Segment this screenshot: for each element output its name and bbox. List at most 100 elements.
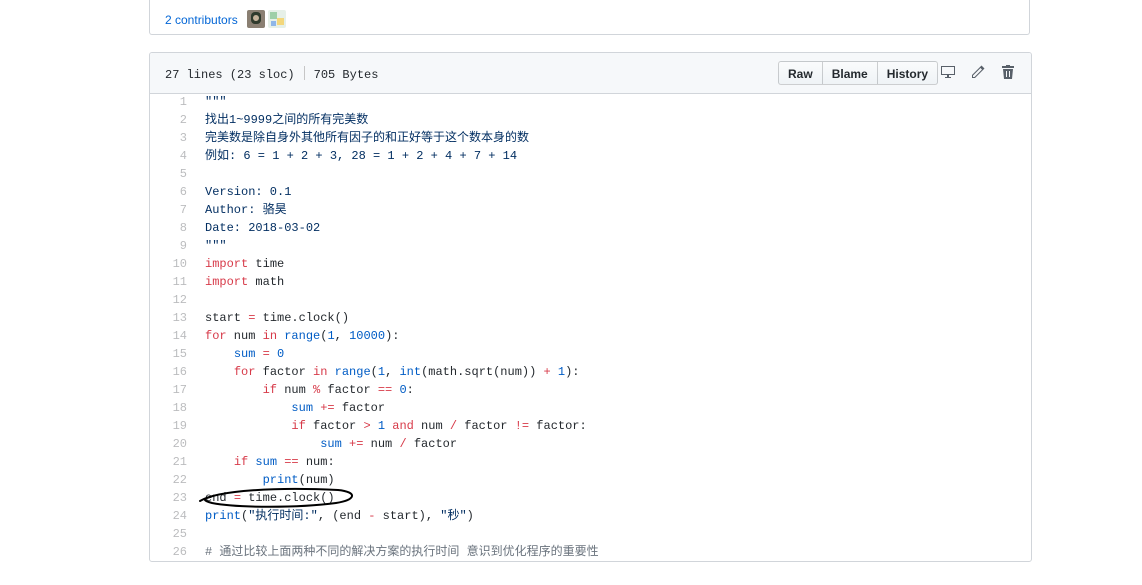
file-size: 705 Bytes [313, 68, 379, 82]
code-token: 0 [399, 383, 407, 397]
code-token: int [399, 365, 422, 379]
line-number[interactable]: 7 [150, 201, 187, 219]
code-token: in [313, 365, 328, 379]
code-token: num [277, 383, 314, 397]
code-token: factor [305, 419, 364, 433]
code-text: if factor > 1 and num / factor != factor… [205, 417, 587, 435]
code-token: == [284, 455, 299, 469]
line-number[interactable]: 21 [150, 453, 187, 471]
code-line: 3 完美数是除自身外其他所有因子的和正好等于这个数本身的数 [150, 129, 1031, 147]
code-token: factor [255, 365, 314, 379]
code-token: ): [565, 365, 580, 379]
code-line: 12 [150, 291, 1031, 309]
line-number[interactable]: 1 [150, 93, 187, 111]
code-line: 19 if factor > 1 and num / factor != fac… [150, 417, 1031, 435]
line-number[interactable]: 11 [150, 273, 187, 291]
pencil-icon[interactable] [970, 64, 986, 80]
history-button[interactable]: History [876, 61, 939, 85]
raw-button[interactable]: Raw [778, 61, 823, 85]
line-number[interactable]: 18 [150, 399, 187, 417]
code-token: 1 [377, 419, 386, 433]
code-token: num [226, 329, 263, 343]
line-number[interactable]: 2 [150, 111, 187, 129]
code-line: 11 import math [150, 273, 1031, 291]
code-line: 16 for factor in range(1, int(math.sqrt(… [150, 363, 1031, 381]
code-token: Version: 0.1 [205, 185, 292, 199]
contributor-avatar[interactable] [247, 10, 265, 28]
code-token: "秒" [440, 509, 467, 523]
code-line: 7 Author: 骆昊 [150, 201, 1031, 219]
code-token: > [363, 419, 371, 433]
code-token: import [205, 257, 249, 271]
code-line: 6 Version: 0.1 [150, 183, 1031, 201]
code-line: 18 sum += factor [150, 399, 1031, 417]
code-token: range [284, 329, 321, 343]
code-token: num [413, 419, 450, 433]
code-token: start [205, 311, 249, 325]
line-number[interactable]: 6 [150, 183, 187, 201]
line-number[interactable]: 9 [150, 237, 187, 255]
code-line: 4 例如: 6 = 1 + 2 + 3, 28 = 1 + 2 + 4 + 7 +… [150, 147, 1031, 165]
code-token: num: [298, 455, 335, 469]
code-line: 21 if sum == num: [150, 453, 1031, 471]
code-text: # 通过比较上面两种不同的解决方案的执行时间 意识到优化程序的重要性 [205, 543, 599, 561]
line-number[interactable]: 5 [150, 165, 187, 183]
line-number[interactable]: 13 [150, 309, 187, 327]
line-number[interactable]: 25 [150, 525, 187, 543]
code-token: += [320, 401, 335, 415]
file-viewer: 27 lines (23 sloc) 705 Bytes Raw Blame Hi… [149, 52, 1032, 562]
code-text: sum = 0 [205, 345, 284, 363]
code-token: if [233, 455, 249, 469]
code-token: = [262, 347, 270, 361]
line-number[interactable]: 19 [150, 417, 187, 435]
code-text: print("执行时间:", (end - start), "秒") [205, 507, 474, 525]
line-number[interactable]: 4 [150, 147, 187, 165]
desktop-icon[interactable] [940, 64, 956, 80]
ink-circle-annotation [199, 487, 353, 508]
code-token: # 通过比较上面两种不同的解决方案的执行时间 意识到优化程序的重要性 [205, 545, 599, 559]
line-number[interactable]: 20 [150, 435, 187, 453]
line-number[interactable]: 16 [150, 363, 187, 381]
line-number[interactable]: 24 [150, 507, 187, 525]
code-token: num [363, 437, 400, 451]
trashcan-icon[interactable] [1000, 64, 1016, 80]
contributors-link[interactable]: 2 contributors [165, 13, 238, 27]
line-number[interactable]: 8 [150, 219, 187, 237]
contributor-avatar[interactable] [268, 10, 286, 28]
code-text: 找出1~9999之间的所有完美数 [205, 111, 368, 129]
code-text: if sum == num: [205, 453, 335, 471]
code-line: 20 sum += num / factor [150, 435, 1031, 453]
code-token: != [514, 419, 530, 433]
code-token: / [449, 419, 458, 433]
line-number[interactable]: 12 [150, 291, 187, 309]
code-text: Date: 2018-03-02 [205, 219, 320, 237]
code-line: 24 print("执行时间:", (end - start), "秒") [150, 507, 1031, 525]
line-number[interactable]: 10 [150, 255, 187, 273]
code-token: if [262, 383, 278, 397]
code-token: start), [375, 509, 441, 523]
code-text: for num in range(1, 10000): [205, 327, 399, 345]
code-token: in [262, 329, 278, 343]
line-number[interactable]: 3 [150, 129, 187, 147]
line-number[interactable]: 14 [150, 327, 187, 345]
line-number[interactable]: 22 [150, 471, 187, 489]
code-token: 10000 [349, 329, 386, 343]
code-token: factor: [529, 419, 587, 433]
line-number[interactable]: 17 [150, 381, 187, 399]
line-number[interactable]: 26 [150, 543, 187, 561]
blame-button[interactable]: Blame [821, 61, 878, 85]
code-token: : [406, 383, 414, 397]
code-text: for factor in range(1, int(math.sqrt(num… [205, 363, 580, 381]
code-line: 13 start = time.clock() [150, 309, 1031, 327]
line-number[interactable]: 23 [150, 489, 187, 507]
code-token: print [205, 509, 242, 523]
line-number[interactable]: 15 [150, 345, 187, 363]
